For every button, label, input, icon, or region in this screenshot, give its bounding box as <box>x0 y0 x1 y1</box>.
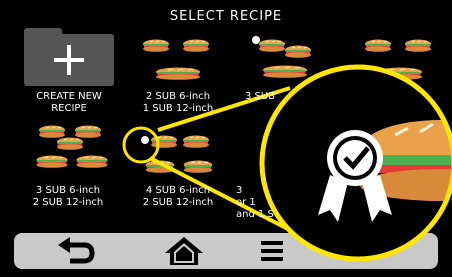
create-recipe-label: CREATE NEW RECIPE <box>19 91 119 115</box>
page-title: SELECT RECIPE <box>169 9 283 24</box>
recipe-4-line1: 3 SUB 6-inch <box>35 185 101 196</box>
home-button[interactable] <box>149 233 219 269</box>
create-label-line1: CREATE NEW <box>36 91 102 102</box>
home-icon <box>165 237 203 265</box>
recipe-4-icon[interactable] <box>35 125 109 169</box>
bottom-nav-bar <box>14 233 438 269</box>
menu-button[interactable] <box>259 233 329 269</box>
recipe-6-line2: or 1 <box>236 197 256 208</box>
create-label-line2: RECIPE <box>51 103 87 114</box>
create-new-recipe-button[interactable] <box>24 28 114 86</box>
recipe-5-label[interactable]: 4 SUB 6-inch 2 SUB 12-inch <box>128 185 228 209</box>
back-arrow-icon <box>58 237 95 264</box>
recipe-4-label[interactable]: 3 SUB 6-inch 2 SUB 12-inch <box>18 185 118 209</box>
recipe-2-label[interactable]: 3 SUB <box>235 91 285 103</box>
back-button[interactable] <box>44 233 114 269</box>
recipe-2-icon[interactable] <box>252 36 312 79</box>
recipe-6-line1: 3 <box>236 185 243 196</box>
hamburger-menu-icon <box>261 241 283 261</box>
recipe-2-line1: 3 SUB <box>244 91 276 102</box>
recipe-4-line2: 2 SUB 12-inch <box>32 197 104 208</box>
highlight-circle-small <box>122 126 160 164</box>
recipe-1-label[interactable]: 2 SUB 6-inch 1 SUB 12-inch <box>128 91 228 115</box>
plus-icon <box>54 45 84 75</box>
recipe-5-icon[interactable] <box>141 135 213 174</box>
recipe-5-line2: 2 SUB 12-inch <box>142 197 214 208</box>
recipe-1-icon[interactable] <box>142 39 210 81</box>
recipe-6-line3: and 1 S <box>236 209 274 220</box>
highlight-circle-large <box>259 64 452 262</box>
recipe-3-icon[interactable] <box>364 39 432 81</box>
recipe-1-line2: 1 SUB 12-inch <box>142 103 214 114</box>
recipe-1-line1: 2 SUB 6-inch <box>145 91 211 102</box>
award-badge-icon <box>318 130 392 222</box>
recipe-5-line1: 4 SUB 6-inch <box>145 185 211 196</box>
recipe-6-label[interactable]: 3 or 1 and 1 S <box>236 185 276 221</box>
